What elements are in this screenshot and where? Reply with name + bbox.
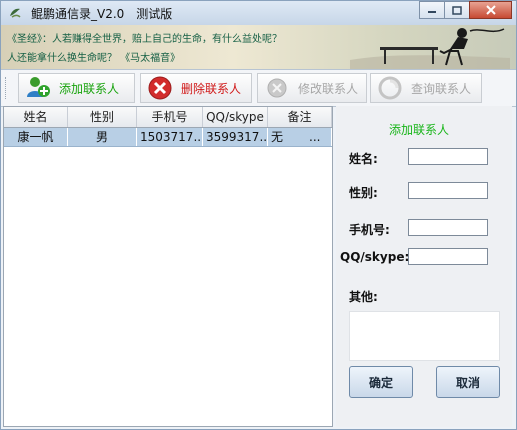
- add-user-icon: [25, 75, 51, 101]
- window-controls: [419, 1, 512, 19]
- column-header-gender[interactable]: 性别: [68, 107, 137, 127]
- minimize-icon: [428, 11, 436, 13]
- query-contact-label: 查询联系人: [411, 81, 472, 96]
- column-header-phone[interactable]: 手机号: [137, 107, 203, 127]
- phone-label: 手机号:: [349, 223, 390, 237]
- banner-illustration: [350, 28, 510, 69]
- gender-field[interactable]: [408, 182, 488, 199]
- gender-label: 性别:: [349, 186, 378, 200]
- table-row[interactable]: 康一帆 男 1503717... 3599317... 无...: [4, 128, 332, 147]
- ok-button[interactable]: 确定: [349, 366, 413, 398]
- cell-note-text: 无: [271, 130, 284, 144]
- other-textarea[interactable]: [349, 311, 500, 361]
- add-contact-button[interactable]: 添加联系人: [18, 73, 135, 103]
- banner-line-2: 人还能拿什么换生命呢？ 《马太福音》: [7, 53, 181, 64]
- banner-line-1: 《圣经》：人若赚得全世界，赔上自己的生命，有什么益处呢？: [7, 34, 282, 45]
- app-subtitle: 测试版: [136, 6, 173, 21]
- query-contact-button[interactable]: 查询联系人: [370, 73, 482, 103]
- toolbar-grip[interactable]: [5, 77, 9, 99]
- cell-phone[interactable]: 1503717...: [137, 128, 203, 146]
- qq-label: QQ/skype:: [340, 250, 410, 264]
- contacts-table[interactable]: 姓名 性别 手机号 QQ/skype 备注 康一帆 男 1503717... 3…: [3, 106, 333, 427]
- phone-field[interactable]: [408, 219, 488, 236]
- maximize-button[interactable]: [444, 1, 470, 19]
- app-icon: [7, 5, 23, 21]
- form-title: 添加联系人: [389, 123, 450, 137]
- edit-contact-button[interactable]: 修改联系人: [257, 73, 367, 103]
- banner: 《圣经》：人若赚得全世界，赔上自己的生命，有什么益处呢？ 人还能拿什么换生命呢？…: [1, 25, 516, 69]
- minimize-button[interactable]: [419, 1, 445, 19]
- add-contact-label: 添加联系人: [59, 81, 120, 96]
- table-header: 姓名 性别 手机号 QQ/skype 备注: [4, 107, 332, 128]
- app-window: 鲲鹏通信录_V2.0 测试版 《圣经》：人若赚得全世界，赔上自己的生命，有什么益处…: [0, 0, 517, 430]
- title-bar[interactable]: 鲲鹏通信录_V2.0 测试版: [1, 1, 516, 25]
- maximize-icon: [452, 5, 462, 15]
- app-title: 鲲鹏通信录_V2.0: [31, 6, 125, 21]
- delete-contact-button[interactable]: 删除联系人: [140, 73, 252, 103]
- column-header-note[interactable]: 备注: [268, 107, 332, 127]
- cancel-button[interactable]: 取消: [436, 366, 500, 398]
- search-icon: [377, 75, 403, 101]
- cell-note-ellipsis: ...: [309, 130, 321, 144]
- name-label: 姓名:: [349, 152, 378, 166]
- delete-icon: [147, 75, 173, 101]
- toolbar: 添加联系人 删除联系人 修改联系人 查询联系人: [1, 69, 516, 107]
- column-header-name[interactable]: 姓名: [4, 107, 68, 127]
- cell-note[interactable]: 无...: [268, 128, 332, 146]
- edit-contact-label: 修改联系人: [298, 81, 359, 96]
- close-icon: [485, 5, 496, 15]
- other-label: 其他:: [349, 290, 378, 304]
- cell-gender[interactable]: 男: [68, 128, 137, 146]
- close-button[interactable]: [469, 1, 512, 19]
- cell-name[interactable]: 康一帆: [4, 128, 68, 146]
- column-header-qq[interactable]: QQ/skype: [203, 107, 268, 127]
- delete-contact-label: 删除联系人: [181, 81, 242, 96]
- name-field[interactable]: [408, 148, 488, 165]
- cell-qq[interactable]: 3599317...: [203, 128, 268, 146]
- contact-form: 添加联系人 姓名: 性别: 手机号: QQ/skype: 其他: 确定 取消: [336, 106, 512, 427]
- edit-icon: [264, 75, 290, 101]
- window-title: 鲲鹏通信录_V2.0 测试版: [31, 5, 172, 22]
- qq-field[interactable]: [408, 248, 488, 265]
